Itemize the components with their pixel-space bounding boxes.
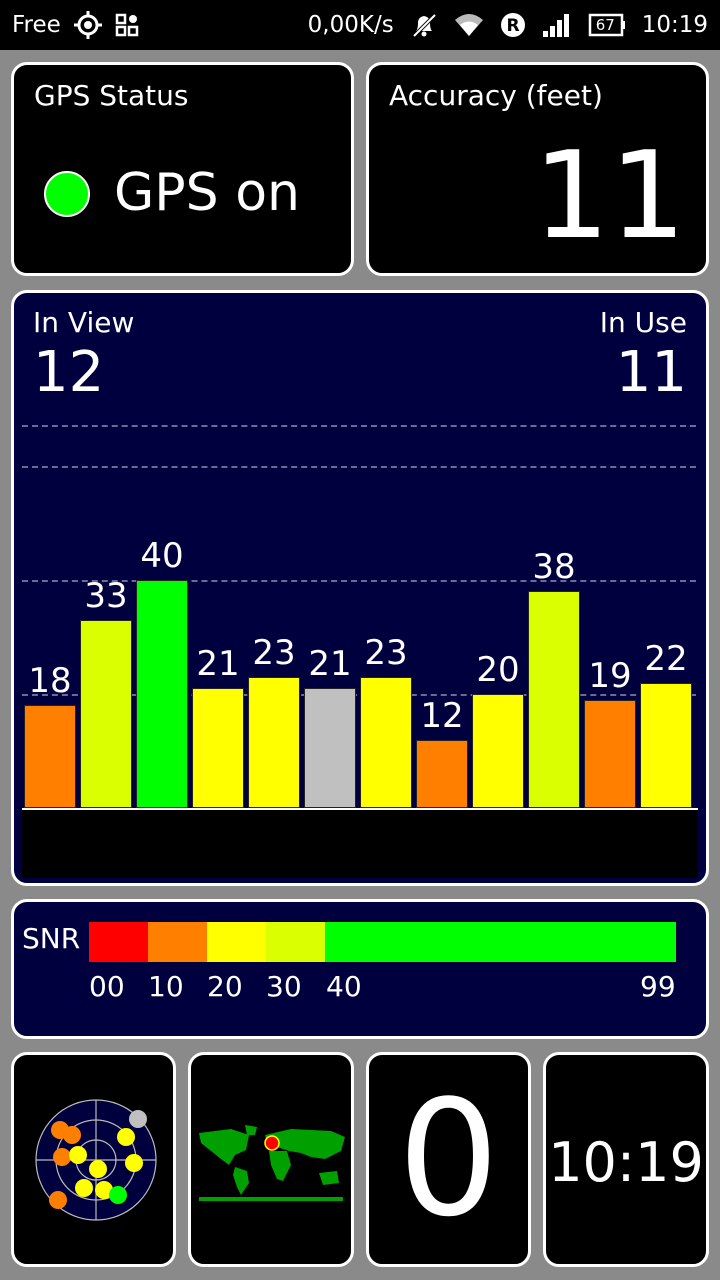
battery-level: 67 [595,16,615,34]
skyplot-satellite [53,1148,71,1166]
gps-target-icon [73,10,103,40]
network-speed: 0,00K/s [307,12,394,38]
gps-status-indicator [44,171,90,217]
snr-value-18: 21 [308,644,352,685]
prn-label-strip [22,810,698,878]
snr-bar-27 [528,591,580,808]
snr-scale-segment [325,922,676,962]
accuracy-panel[interactable]: Accuracy (feet) 11 [366,62,709,276]
snr-value-27: 38 [532,547,576,588]
accuracy-value: 11 [533,127,686,266]
carrier-label: Free [12,12,61,38]
snr-bar-06 [136,580,188,808]
snr-scale-segment [266,922,325,962]
snr-scale-tick: 30 [266,970,302,1003]
skyplot-satellite [75,1179,93,1197]
snr-scale-tick: 99 [640,970,676,1003]
skyplot-panel[interactable] [11,1052,176,1267]
snr-value-14: 23 [252,632,296,673]
world-map-panel[interactable] [188,1052,354,1267]
gps-status-text: GPS on [114,163,300,223]
snr-bar-32 [640,682,692,808]
snr-scale-tick: 20 [207,970,243,1003]
skyplot-satellite [69,1146,87,1164]
snr-bar-20 [416,739,468,808]
svg-text:R: R [506,16,519,36]
snr-bar-19 [360,676,412,808]
apps-icon [115,13,139,37]
skyplot-satellite [129,1110,147,1128]
skyplot-satellite [125,1154,143,1172]
clock-value: 10:19 [548,1131,704,1194]
in-use-label: In Use [599,306,687,339]
status-bar: Free 0,00K/s R 67 10:19 [0,0,720,50]
in-use-count: 11 [615,340,687,405]
snr-scale-segment [148,922,207,962]
skyplot-satellite [49,1191,67,1209]
status-time: 10:19 [641,12,708,38]
counter-value: 0 [397,1065,500,1252]
snr-bar-03 [80,619,132,808]
snr-value-20: 12 [420,695,464,736]
snr-bar-28 [584,699,636,808]
snr-scale-segment [89,922,148,962]
world-map [197,1125,345,1201]
mute-bell-icon [410,11,438,39]
snr-bar-14 [248,676,300,808]
accuracy-title: Accuracy (feet) [389,79,603,112]
snr-value-28: 19 [588,655,632,696]
battery-icon: 67 [588,13,626,37]
in-view-label: In View [33,306,135,339]
gps-status-panel[interactable]: GPS Status GPS on [11,62,354,276]
snr-bar-22 [472,694,524,808]
in-view-count: 12 [33,340,105,405]
skyplot-radar [35,1099,157,1221]
land-antarctica [199,1197,343,1201]
snr-bar-18 [304,688,356,808]
wifi-icon [454,12,484,38]
roaming-icon: R [500,12,526,38]
snr-scale-segment [207,922,266,962]
clock-panel[interactable]: 10:19 [543,1052,709,1267]
snr-scale-tick: 10 [148,970,184,1003]
snr-value-06: 40 [140,536,184,576]
gridline [22,466,696,468]
snr-value-22: 20 [476,650,520,690]
skyplot-satellite [117,1128,135,1146]
snr-value-32: 22 [644,638,688,679]
snr-bar-01 [24,705,76,808]
snr-scale-tick: 00 [89,970,125,1003]
skyplot-satellite [63,1126,81,1144]
snr-value-03: 33 [84,575,128,616]
snr-value-19: 23 [364,632,408,673]
skyplot-satellite [89,1160,107,1178]
gridline [22,425,696,427]
snr-label: SNR [22,922,81,955]
counter-panel[interactable]: 0 [366,1052,531,1267]
gps-status-title: GPS Status [34,79,189,112]
signal-icon [542,12,572,38]
skyplot-satellite [109,1186,127,1204]
snr-scale-tick: 40 [326,970,362,1003]
snr-value-11: 21 [196,644,240,685]
position-marker [264,1135,280,1151]
snr-legend-panel [11,899,709,1039]
snr-value-01: 18 [28,661,72,702]
snr-bar-11 [192,688,244,808]
